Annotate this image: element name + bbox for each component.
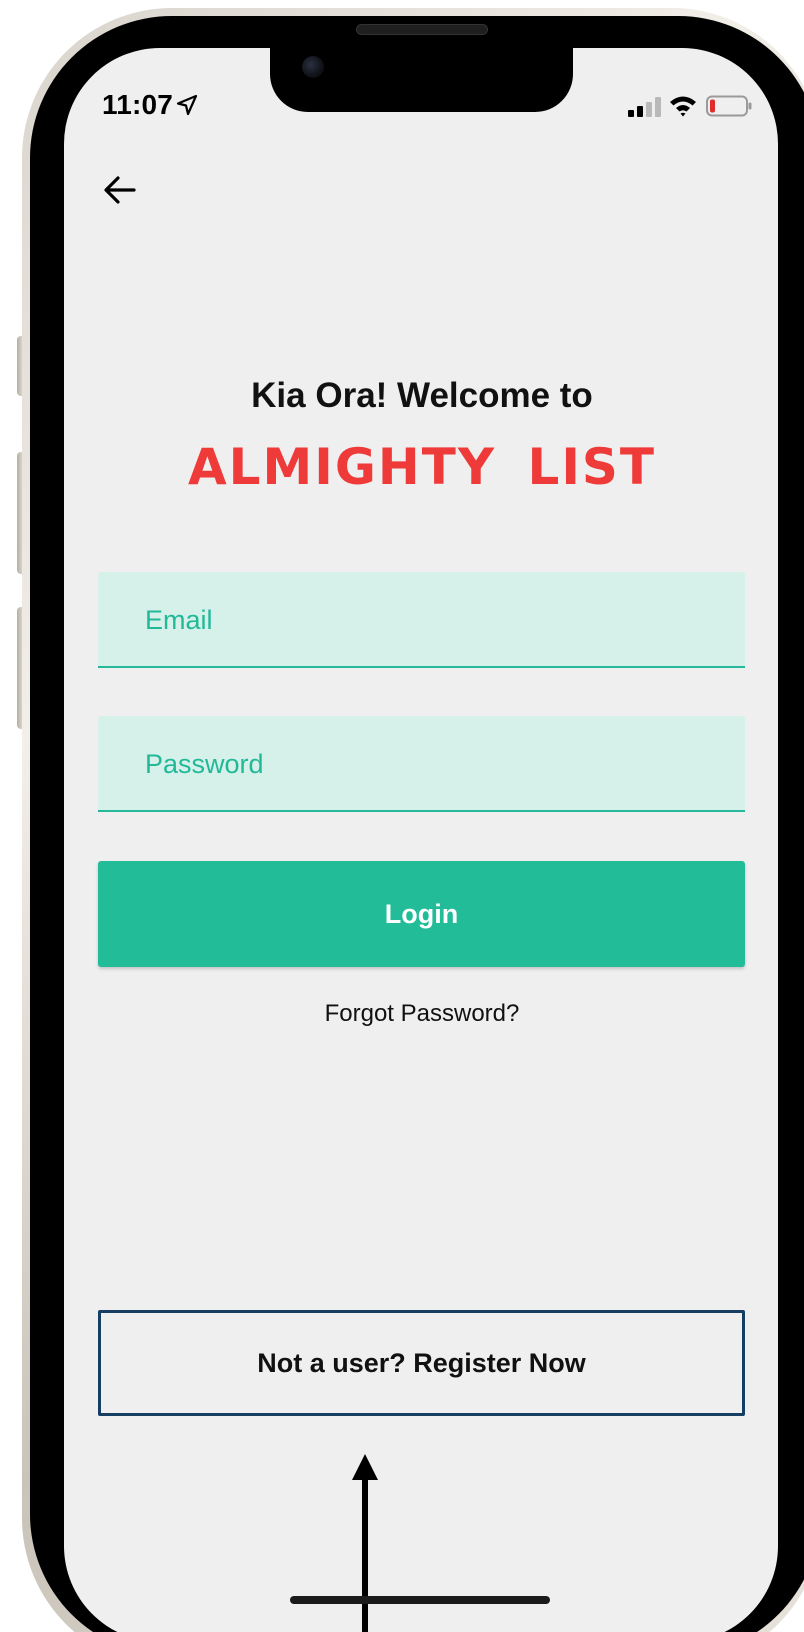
email-placeholder: Email (145, 605, 213, 635)
password-placeholder: Password (145, 749, 264, 779)
device-canvas: 11:07 Kia Ora! Welcome to ALMIGHTY LIST … (0, 0, 804, 1632)
app-brand-title: ALMIGHTY LIST (187, 438, 657, 496)
battery-low-icon (706, 95, 752, 117)
password-field[interactable]: Password (98, 716, 745, 812)
wifi-icon (670, 96, 696, 117)
cellular-signal-icon (628, 97, 661, 117)
email-field[interactable]: Email (98, 572, 745, 668)
annotation-arrow-icon (352, 1454, 378, 1632)
back-arrow-icon[interactable] (100, 170, 140, 210)
home-indicator (290, 1596, 550, 1604)
location-arrow-icon (176, 94, 198, 116)
welcome-heading: Kia Ora! Welcome to (251, 376, 593, 415)
front-camera (302, 56, 324, 78)
register-button[interactable]: Not a user? Register Now (98, 1310, 745, 1416)
status-time: 11:07 (102, 89, 174, 120)
forgot-password-link[interactable]: Forgot Password? (0, 996, 804, 1032)
earpiece-speaker (356, 24, 488, 35)
login-button[interactable]: Login (98, 861, 745, 967)
